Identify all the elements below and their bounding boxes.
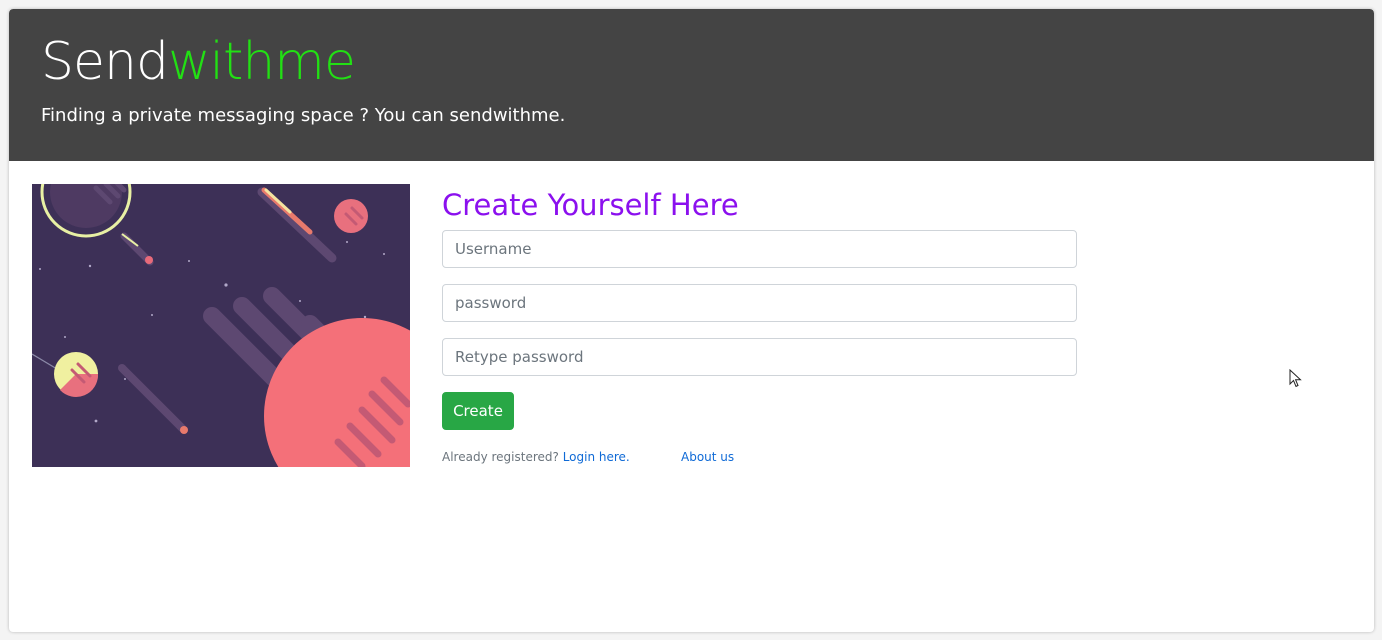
form-title: Create Yourself Here xyxy=(442,188,739,222)
create-button[interactable]: Create xyxy=(442,392,514,430)
brand-logo: Sendwithme xyxy=(41,29,356,95)
header-banner: Sendwithme Finding a private messaging s… xyxy=(9,9,1374,161)
login-prompt: Already registered? Login here. xyxy=(442,448,630,466)
retype-password-input[interactable] xyxy=(442,338,1077,376)
tagline: Finding a private messaging space ? You … xyxy=(41,105,566,126)
brand-plain: Send xyxy=(41,32,169,92)
login-link[interactable]: Login here. xyxy=(563,450,630,464)
brand-accent: withme xyxy=(167,32,356,92)
space-illustration xyxy=(32,184,410,467)
space-planets-illustration xyxy=(32,184,410,467)
password-input[interactable] xyxy=(442,284,1077,322)
about-us-link[interactable]: About us xyxy=(681,448,734,466)
username-input[interactable] xyxy=(442,230,1077,268)
mouse-cursor-icon xyxy=(1289,369,1302,388)
already-registered-text: Already registered? xyxy=(442,450,559,464)
